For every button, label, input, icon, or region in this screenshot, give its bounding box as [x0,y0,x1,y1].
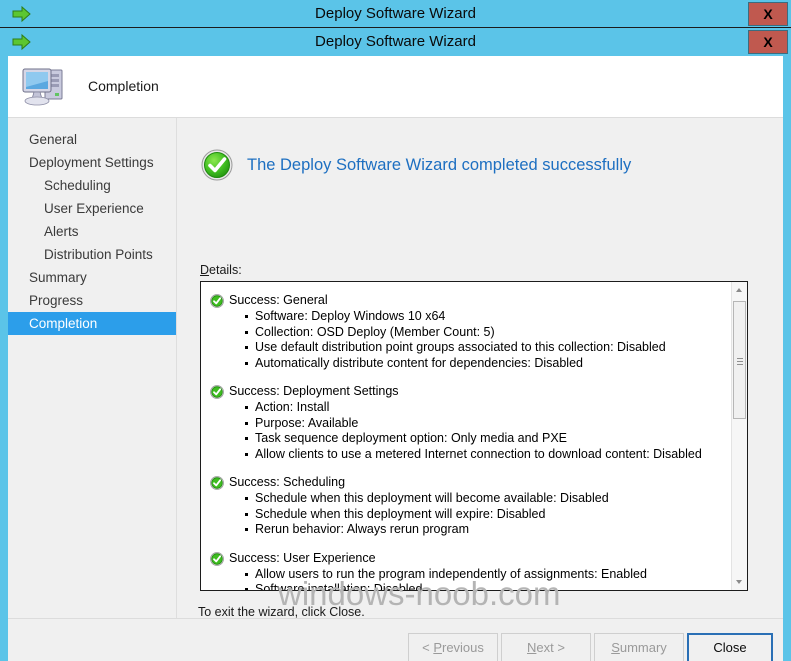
button-accel: N [527,640,537,655]
details-item: Software: Deploy Windows 10 x64 [245,309,732,325]
details-item-list: Software: Deploy Windows 10 x64 Collectio… [201,309,732,371]
titlebar-outer: Deploy Software Wizard X [0,0,791,28]
sidebar-item-completion[interactable]: Completion [8,312,176,335]
scroll-down-button[interactable] [732,574,747,590]
details-section: Success: Scheduling Schedule when this de… [201,475,732,538]
details-panel[interactable]: Success: General Software: Deploy Windows… [200,281,748,591]
details-section-header: Success: Scheduling [210,475,732,490]
close-button-inner[interactable]: X [748,30,788,54]
details-label-rest: etails: [209,263,242,277]
button-suffix: > [553,640,565,655]
details-item: Rerun behavior: Always rerun program [245,522,732,538]
details-item-list: Schedule when this deployment will becom… [201,491,732,538]
close-button-outer[interactable]: X [748,2,788,26]
details-item: Software installation: Disabled [245,582,732,590]
green-check-icon [210,294,224,308]
titlebar-inner: Deploy Software Wizard X [0,28,791,56]
details-item-list: Allow users to run the program independe… [201,567,732,590]
details-item: Action: Install [245,400,732,416]
details-section-title: Success: Scheduling [229,475,346,489]
wizard-footer: < Previous Next > Summary Close [8,619,783,661]
sidebar-item-scheduling[interactable]: Scheduling [8,174,176,197]
green-check-icon [210,551,224,566]
summary-button[interactable]: Summary [594,633,684,661]
button-accel: P [433,640,442,655]
close-wizard-button[interactable]: Close [687,633,773,661]
window-title-inner: Deploy Software Wizard [315,33,476,50]
details-item: Task sequence deployment option: Only me… [245,431,732,447]
next-button[interactable]: Next > [501,633,591,661]
details-item: Allow clients to use a metered Internet … [245,447,732,463]
sidebar-item-general[interactable]: General [8,128,176,151]
details-section: Success: Deployment Settings Action: Inst… [201,384,732,462]
window-body: Completion General Deployment Settings Sch… [8,56,783,661]
button-accel: S [611,640,620,655]
details-label: Details: [200,263,242,277]
details-section-title: Success: Deployment Settings [229,384,399,398]
details-section: Success: General Software: Deploy Windows… [201,293,732,371]
details-section-header: Success: General [210,293,732,308]
chevron-down-icon [736,580,742,584]
exit-instruction: To exit the wizard, click Close. [198,605,365,619]
button-label: ummary [619,640,667,655]
chevron-up-icon [736,288,742,292]
details-item: Schedule when this deployment will expir… [245,507,732,523]
green-check-icon [210,476,224,490]
sidebar-item-summary[interactable]: Summary [8,266,176,289]
details-label-accel: D [200,263,210,277]
details-section-header: Success: User Experience [210,551,732,566]
details-item-list: Action: Install Purpose: Available Task se… [201,400,732,462]
window-title-outer: Deploy Software Wizard [315,5,476,22]
grip-line [737,358,743,359]
sidebar-item-alerts[interactable]: Alerts [8,220,176,243]
previous-button[interactable]: < Previous [408,633,498,661]
wizard-content: The Deploy Software Wizard completed suc… [178,118,783,661]
details-item: Use default distribution point groups as… [245,340,732,356]
grip-line [737,361,743,362]
details-section-title: Success: User Experience [229,550,376,565]
button-label: Close [713,640,747,655]
details-item: Purpose: Available [245,416,732,432]
button-prefix: < [422,640,434,655]
details-section: Success: User Experience Allow users to r… [201,551,732,590]
details-list: Success: General Software: Deploy Windows… [201,282,732,590]
success-banner: The Deploy Software Wizard completed suc… [201,149,631,181]
green-check-circle-icon [201,149,233,181]
details-section-header: Success: Deployment Settings [210,384,732,399]
grip-line [737,364,743,365]
sidebar-item-progress[interactable]: Progress [8,289,176,312]
green-check-icon [210,385,224,399]
window-frame: Completion General Deployment Settings Sch… [0,56,791,661]
computer-icon [20,63,76,111]
details-item: Automatically distribute content for dep… [245,356,732,372]
button-label: ext [536,640,554,655]
sidebar-item-user-experience[interactable]: User Experience [8,197,176,220]
details-item: Allow users to run the program independe… [245,567,732,583]
details-item: Schedule when this deployment will becom… [245,491,732,507]
details-section-title: Success: General [229,293,328,307]
wizard-sidebar: General Deployment Settings Scheduling User… [8,118,177,661]
sidebar-item-deployment-settings[interactable]: Deployment Settings [8,151,176,174]
wizard-header: Completion [8,56,783,118]
page-title: Completion [88,78,159,94]
scroll-up-button[interactable] [732,282,747,298]
success-heading: The Deploy Software Wizard completed suc… [247,155,632,174]
details-scrollbar[interactable] [731,282,747,590]
button-label: revious [441,640,484,655]
wizard-window: Deploy Software Wizard X Deploy Software… [0,0,791,661]
details-item: Collection: OSD Deploy (Member Count: 5) [245,325,732,341]
sidebar-item-distribution-points[interactable]: Distribution Points [8,243,176,266]
scrollbar-thumb[interactable] [733,301,746,419]
